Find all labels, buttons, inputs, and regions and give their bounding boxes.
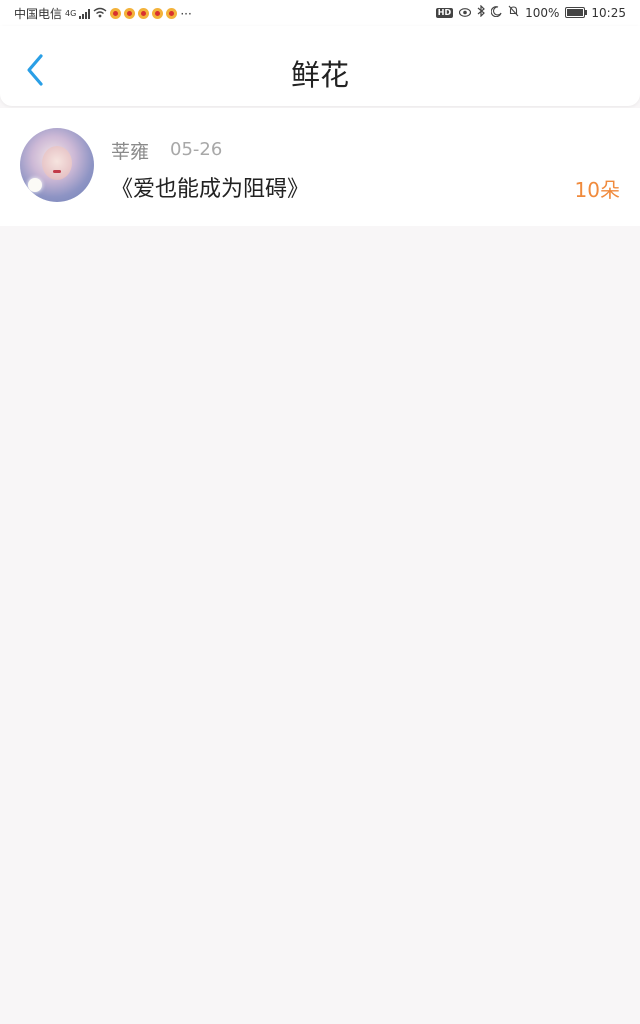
battery-percent: 100% <box>525 5 560 20</box>
status-bar: 中国电信 4G ··· HD 100% 10:25 <box>0 0 640 26</box>
weibo-notification-icon <box>166 8 178 19</box>
status-left: 中国电信 4G ··· <box>14 5 192 22</box>
status-right: HD 100% 10:25 <box>435 4 626 20</box>
battery-icon <box>565 7 588 18</box>
weibo-notification-icon <box>110 8 122 19</box>
more-notifications-icon: ··· <box>180 6 192 21</box>
username[interactable]: 莘雍 <box>111 137 149 164</box>
mute-bell-icon <box>508 5 519 20</box>
date: 05-26 <box>170 139 223 160</box>
hd-icon: HD <box>435 7 454 18</box>
page-title: 鲜花 <box>290 58 349 92</box>
work-title[interactable]: 《爱也能成为阻碍》 <box>111 171 309 203</box>
clock: 10:25 <box>591 5 626 20</box>
weibo-notification-icon <box>138 8 150 19</box>
bluetooth-icon <box>477 4 485 20</box>
carrier-label: 中国电信 <box>14 7 63 21</box>
list-item[interactable]: 莘雍 05-26 《爱也能成为阻碍》 10朵 <box>0 108 640 226</box>
avatar[interactable] <box>20 128 94 202</box>
weibo-notification-icon <box>124 8 136 19</box>
weibo-notification-icon <box>152 8 164 19</box>
wifi-icon <box>93 7 107 21</box>
flower-list: 莘雍 05-26 《爱也能成为阻碍》 10朵 <box>0 108 640 226</box>
network-type: 4G <box>65 9 77 18</box>
header: 鲜花 <box>0 26 640 106</box>
signal-icon <box>79 8 91 19</box>
moon-icon <box>490 5 502 20</box>
flower-count: 10朵 <box>574 178 620 202</box>
eye-icon <box>458 6 472 20</box>
